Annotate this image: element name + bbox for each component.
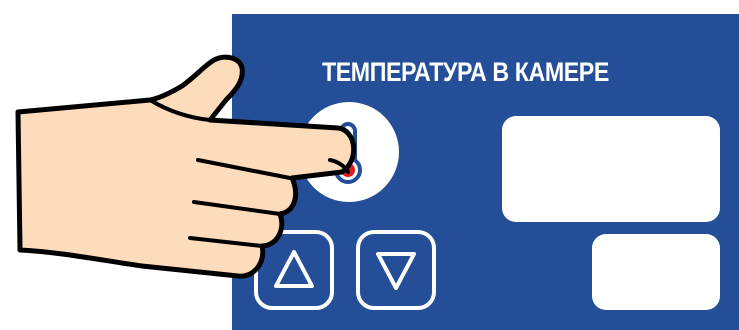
pointing-hand-icon — [15, 54, 357, 279]
